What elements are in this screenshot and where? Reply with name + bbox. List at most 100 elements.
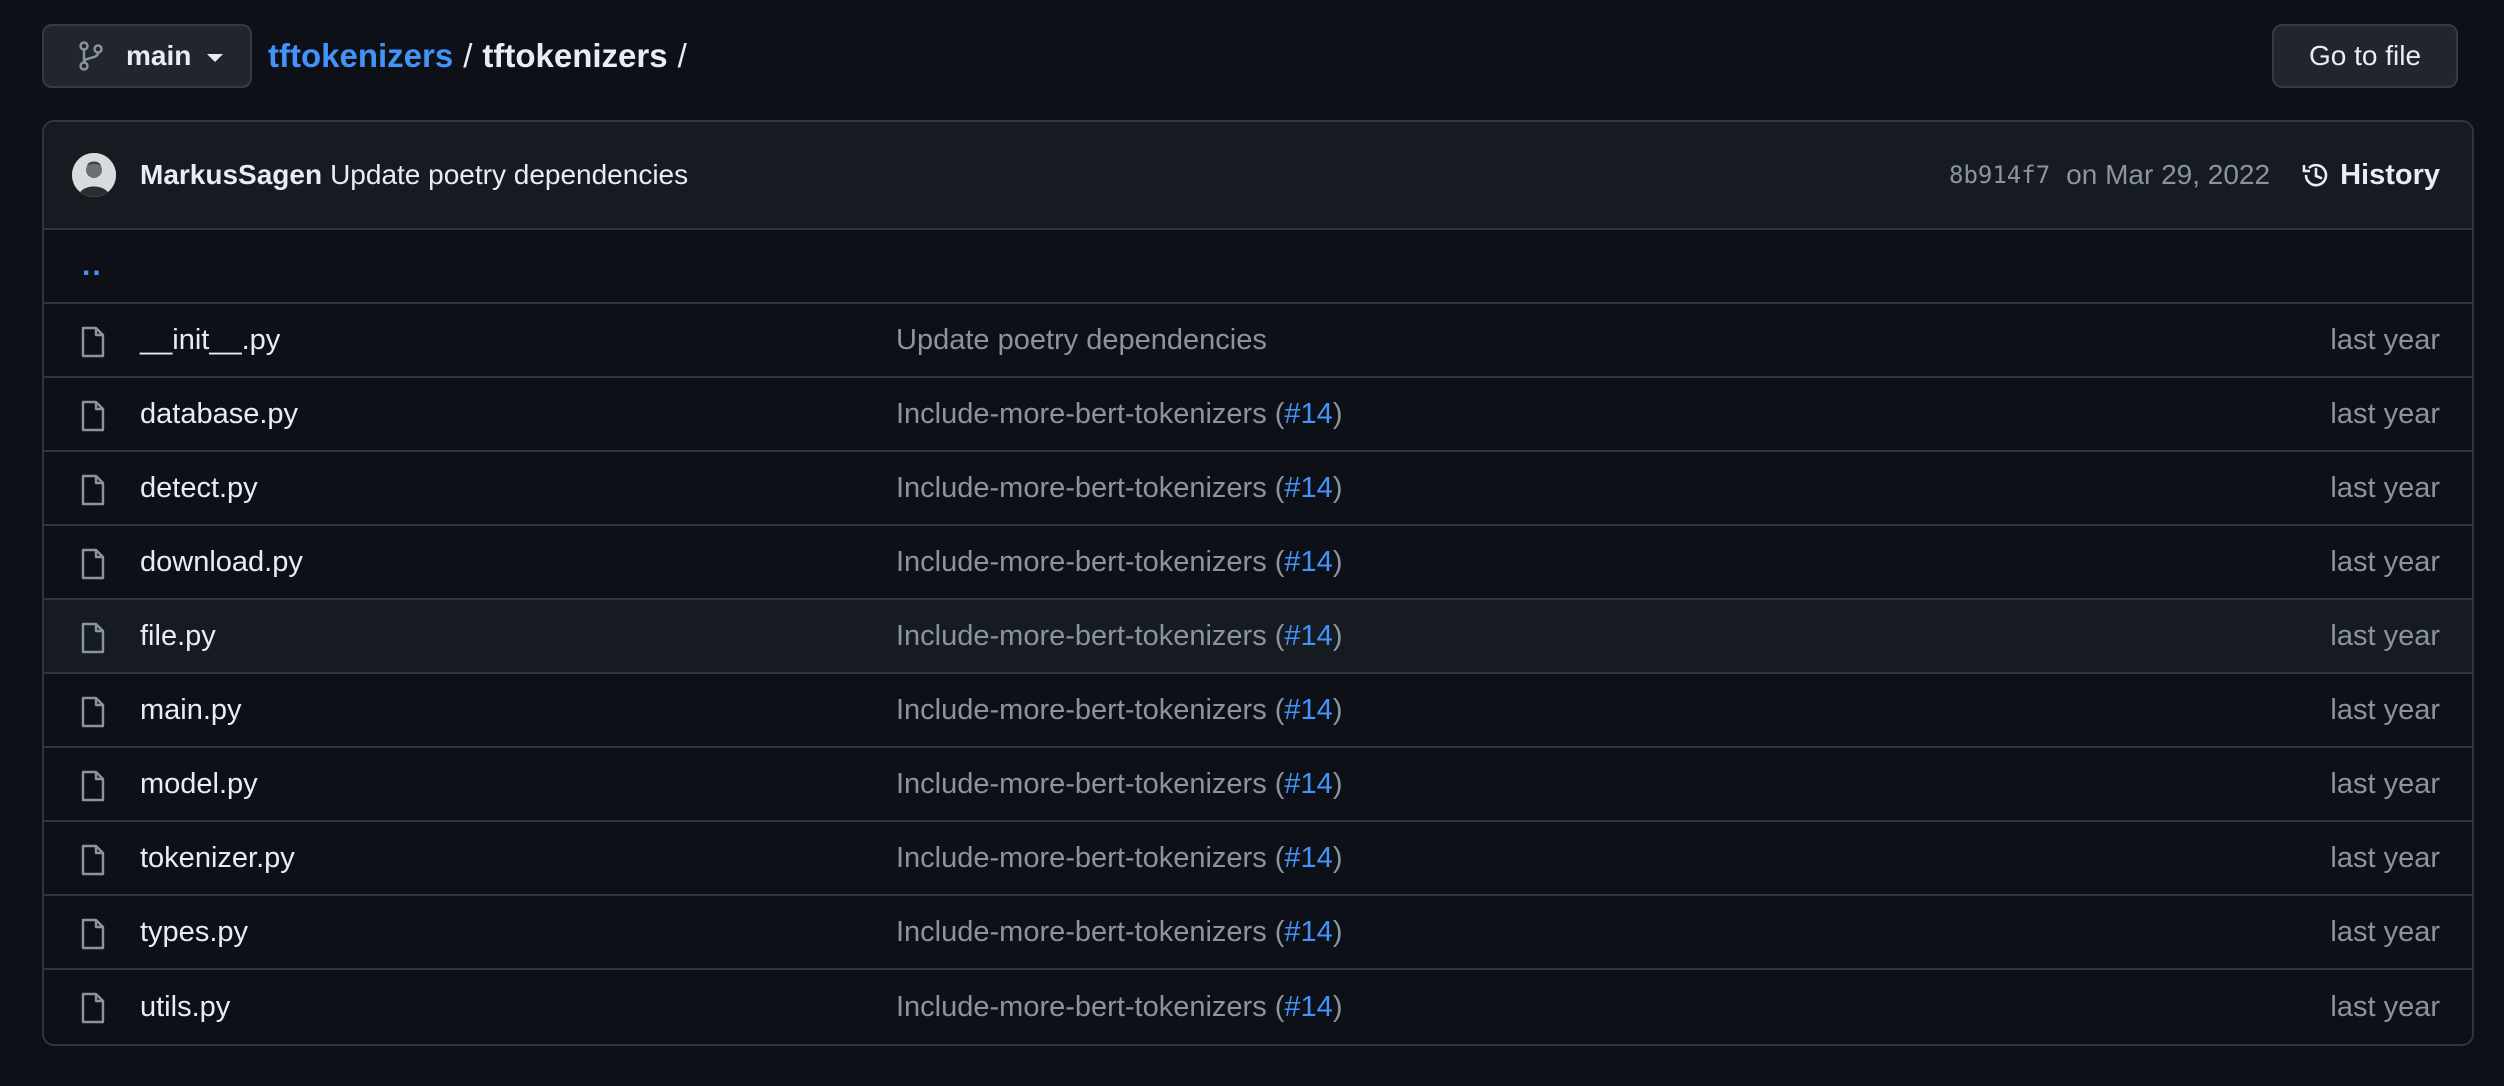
- chevron-down-icon: [207, 54, 224, 62]
- pull-request-link[interactable]: #14: [1284, 546, 1332, 578]
- file-icon: [80, 918, 106, 950]
- file-icon: [80, 474, 106, 506]
- pull-request-link[interactable]: #14: [1284, 768, 1332, 800]
- file-commit-message: Update poetry dependencies: [896, 324, 1267, 357]
- file-icon: [80, 548, 106, 580]
- file-commit-message-link[interactable]: Include-more-bert-tokenizers (: [896, 842, 1284, 874]
- file-commit-message: Include-more-bert-tokenizers (#14): [896, 398, 1342, 431]
- file-commit-message-link[interactable]: Include-more-bert-tokenizers (: [896, 991, 1284, 1023]
- file-icon: [80, 844, 106, 876]
- branch-selector-button[interactable]: main: [42, 24, 252, 88]
- file-commit-age: last year: [2330, 990, 2440, 1023]
- file-row[interactable]: main.py Include-more-bert-tokenizers (#14…: [44, 674, 2472, 748]
- pull-request-link[interactable]: #14: [1284, 472, 1332, 504]
- file-commit-message-close: ): [1332, 471, 1343, 504]
- file-commit-message-close: ): [1332, 693, 1343, 726]
- file-commit-age: last year: [2330, 841, 2440, 874]
- file-commit-age: last year: [2330, 323, 2440, 356]
- file-commit-age: last year: [2330, 397, 2440, 430]
- go-to-file-button[interactable]: Go to file: [2272, 24, 2458, 88]
- file-commit-age: last year: [2330, 471, 2440, 504]
- file-commit-message-link[interactable]: Include-more-bert-tokenizers (: [896, 694, 1284, 726]
- file-commit-message-link[interactable]: Include-more-bert-tokenizers (: [896, 620, 1284, 652]
- file-commit-message: Include-more-bert-tokenizers (#14): [896, 991, 1342, 1024]
- file-commit-message-link[interactable]: Include-more-bert-tokenizers (: [896, 398, 1284, 430]
- file-icon: [80, 696, 106, 728]
- file-row[interactable]: __init__.py Update poetry dependencies las…: [44, 304, 2472, 378]
- file-name-link[interactable]: types.py: [140, 916, 248, 949]
- file-commit-age: last year: [2330, 767, 2440, 800]
- file-commit-age: last year: [2330, 619, 2440, 652]
- file-row[interactable]: model.py Include-more-bert-tokenizers (#1…: [44, 748, 2472, 822]
- file-commit-message-close: ): [1332, 397, 1343, 430]
- file-commit-message-close: ): [1332, 619, 1343, 652]
- git-branch-icon: [78, 41, 104, 71]
- pull-request-link[interactable]: #14: [1284, 842, 1332, 874]
- file-row[interactable]: database.py Include-more-bert-tokenizers …: [44, 378, 2472, 452]
- commit-author-link[interactable]: MarkusSagen: [140, 159, 322, 191]
- parent-directory-link[interactable]: ..: [82, 249, 103, 283]
- commit-date: on Mar 29, 2022: [2066, 159, 2271, 190]
- file-name-link[interactable]: database.py: [140, 398, 298, 431]
- pull-request-link[interactable]: #14: [1284, 916, 1332, 948]
- file-commit-message-close: ): [1332, 545, 1343, 578]
- pull-request-link[interactable]: #14: [1284, 398, 1332, 430]
- file-commit-message: Include-more-bert-tokenizers (#14): [896, 842, 1342, 875]
- repo-toolbar: main tftokenizers / tftokenizers / Go to…: [42, 24, 2458, 88]
- file-name-link[interactable]: utils.py: [140, 991, 230, 1024]
- file-icon: [80, 400, 106, 432]
- file-commit-message-link[interactable]: Include-more-bert-tokenizers (: [896, 546, 1284, 578]
- file-commit-message: Include-more-bert-tokenizers (#14): [896, 620, 1342, 653]
- file-icon: [80, 622, 106, 654]
- file-list: __init__.py Update poetry dependencies las…: [44, 304, 2472, 1044]
- file-commit-message-link[interactable]: Include-more-bert-tokenizers (: [896, 472, 1284, 504]
- file-commit-message: Include-more-bert-tokenizers (#14): [896, 768, 1342, 801]
- file-commit-message-close: ): [1332, 767, 1343, 800]
- file-row[interactable]: detect.py Include-more-bert-tokenizers (#…: [44, 452, 2472, 526]
- parent-directory-row[interactable]: ..: [44, 230, 2472, 304]
- file-name-link[interactable]: download.py: [140, 546, 303, 579]
- file-commit-message: Include-more-bert-tokenizers (#14): [896, 472, 1342, 505]
- file-commit-message-link[interactable]: Include-more-bert-tokenizers (: [896, 916, 1284, 948]
- file-row[interactable]: file.py Include-more-bert-tokenizers (#14…: [44, 600, 2472, 674]
- pull-request-link[interactable]: #14: [1284, 694, 1332, 726]
- file-commit-age: last year: [2330, 545, 2440, 578]
- breadcrumb: tftokenizers / tftokenizers /: [268, 24, 697, 88]
- file-commit-message-link[interactable]: Include-more-bert-tokenizers (: [896, 768, 1284, 800]
- file-commit-message-close: ): [1332, 841, 1343, 874]
- commit-sha-link[interactable]: 8b914f7: [1949, 161, 2050, 189]
- file-icon: [80, 992, 106, 1024]
- file-row[interactable]: download.py Include-more-bert-tokenizers …: [44, 526, 2472, 600]
- breadcrumb-repo-link[interactable]: tftokenizers: [268, 37, 453, 75]
- file-commit-message: Include-more-bert-tokenizers (#14): [896, 546, 1342, 579]
- breadcrumb-separator: /: [677, 37, 687, 74]
- file-name-link[interactable]: main.py: [140, 694, 242, 727]
- history-button[interactable]: History: [2300, 159, 2440, 192]
- pull-request-link[interactable]: #14: [1284, 620, 1332, 652]
- file-commit-message-close: ): [1332, 990, 1343, 1023]
- file-name-link[interactable]: model.py: [140, 768, 258, 801]
- pull-request-link[interactable]: #14: [1284, 991, 1332, 1023]
- commit-message-link[interactable]: Update poetry dependencies: [330, 159, 688, 191]
- history-label: History: [2340, 158, 2440, 191]
- user-avatar[interactable]: [72, 153, 116, 197]
- file-name-link[interactable]: detect.py: [140, 472, 258, 505]
- file-name-link[interactable]: file.py: [140, 620, 216, 653]
- file-commit-message-link[interactable]: Update poetry dependencies: [896, 324, 1267, 356]
- file-name-link[interactable]: __init__.py: [140, 324, 280, 357]
- file-commit-message: Include-more-bert-tokenizers (#14): [896, 916, 1342, 949]
- file-row[interactable]: types.py Include-more-bert-tokenizers (#1…: [44, 896, 2472, 970]
- breadcrumb-current-folder: tftokenizers: [482, 37, 668, 74]
- file-row[interactable]: tokenizer.py Include-more-bert-tokenizers…: [44, 822, 2472, 896]
- breadcrumb-separator: /: [463, 37, 473, 74]
- commit-meta: 8b914f7 on Mar 29, 2022 History: [1949, 159, 2440, 192]
- file-commit-age: last year: [2330, 693, 2440, 726]
- file-table: MarkusSagen Update poetry dependencies 8…: [42, 120, 2474, 1046]
- file-name-link[interactable]: tokenizer.py: [140, 842, 295, 875]
- file-commit-age: last year: [2330, 915, 2440, 948]
- history-icon: [2300, 159, 2340, 191]
- file-commit-message-close: ): [1332, 915, 1343, 948]
- file-row[interactable]: utils.py Include-more-bert-tokenizers (#1…: [44, 970, 2472, 1044]
- latest-commit-bar: MarkusSagen Update poetry dependencies 8…: [44, 122, 2472, 230]
- file-icon: [80, 770, 106, 802]
